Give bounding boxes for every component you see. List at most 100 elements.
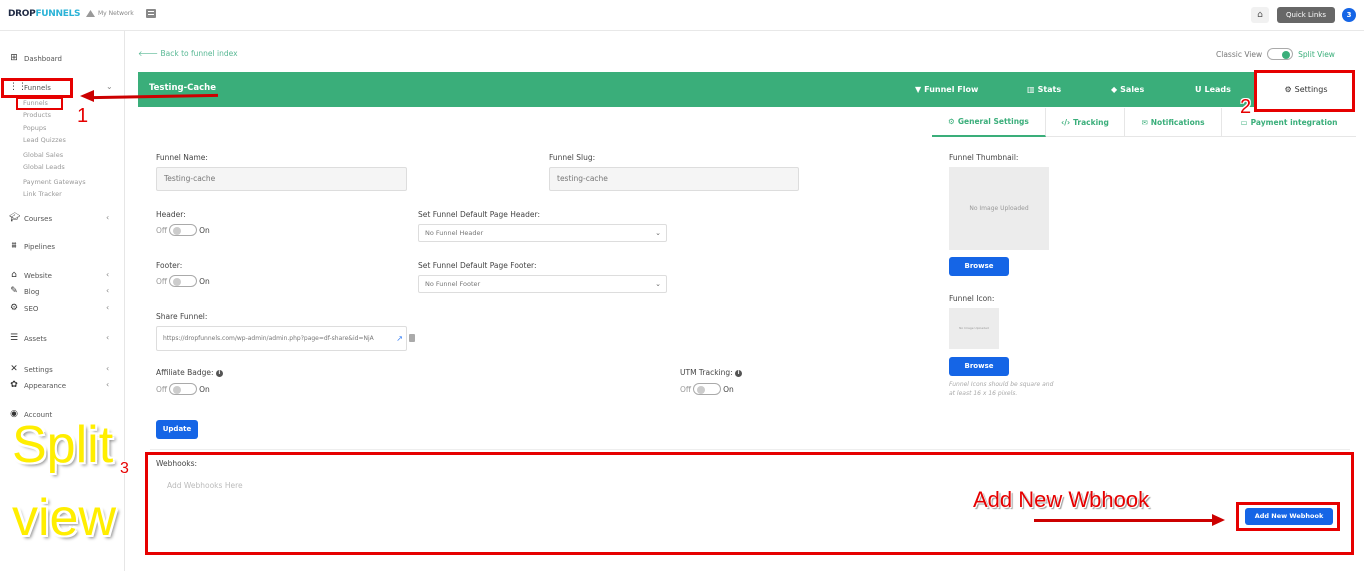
sidebar-sub-popups[interactable]: Popups (23, 124, 46, 132)
tab-funnel-flow[interactable]: ▼ Funnel Flow (915, 85, 978, 94)
annotation-box-funnels (1, 78, 73, 98)
chevron-left-icon[interactable]: ‹ (106, 364, 109, 373)
annotation-split-text: Split (12, 416, 114, 474)
tab-leads[interactable]: U Leads (1195, 85, 1231, 94)
footer-switch[interactable] (169, 275, 198, 287)
utm-switch[interactable] (693, 383, 722, 395)
affiliate-badge-label: Affiliate Badge: i (156, 368, 223, 377)
sidebar-item-settings[interactable]: ✕ Settings (9, 365, 53, 374)
divider (150, 449, 1350, 450)
dropfunnels-logo[interactable]: DROPFUNNELS (8, 9, 81, 19)
browse-icon-button[interactable]: Browse (949, 357, 1009, 376)
sidebar-item-website[interactable]: ⌂ Website (9, 271, 52, 280)
subtab-notifications[interactable]: ✉ Notifications (1125, 108, 1222, 137)
quick-links-button[interactable]: Quick Links (1277, 7, 1335, 23)
annotation-number-1: 1 (77, 105, 89, 127)
default-header-select[interactable]: No Funnel Header ⌄ (418, 224, 667, 242)
view-toggle[interactable]: Classic View Split View (1216, 48, 1335, 60)
sidebar-sub-global-sales[interactable]: Global Sales (23, 151, 63, 159)
annotation-number-2: 2 (1240, 96, 1252, 118)
courses-icon: 🎓︎ (9, 213, 21, 223)
tab-sales[interactable]: ◆ Sales (1111, 85, 1144, 94)
notification-badge[interactable]: 3 (1342, 8, 1356, 22)
chevron-left-icon[interactable]: ‹ (106, 333, 109, 342)
default-header-label: Set Funnel Default Page Header: (418, 210, 540, 219)
annotation-box-add-webhook (1236, 502, 1340, 531)
sidebar-sub-products[interactable]: Products (23, 111, 51, 119)
utm-tracking-toggle[interactable]: Off On (680, 383, 734, 395)
affiliate-badge-toggle[interactable]: Off On (156, 383, 210, 395)
chat-icon[interactable] (146, 9, 156, 18)
arrow-left-icon: 🡐︎ (138, 49, 161, 58)
default-footer-select[interactable]: No Funnel Footer ⌄ (418, 275, 667, 293)
bar-chart-icon: ▥ (1027, 85, 1035, 94)
chevron-down-icon: ⌄ (655, 229, 661, 237)
cogs-icon: ⚙ (948, 117, 955, 126)
annotation-number-3: 3 (120, 460, 129, 477)
funnel-header-bar (138, 72, 1356, 107)
info-icon[interactable]: i (735, 369, 743, 377)
external-link-icon[interactable]: ↗ (396, 327, 403, 350)
sidebar-item-seo[interactable]: ⚙ SEO (9, 304, 38, 313)
sidebar-item-pipelines[interactable]: ⩩ Pipelines (9, 242, 55, 251)
share-funnel-label: Share Funnel: (156, 312, 208, 321)
network-icon (86, 10, 95, 17)
website-icon: ⌂ (11, 270, 17, 280)
assets-icon: ☰ (9, 333, 19, 343)
browse-thumbnail-button[interactable]: Browse (949, 257, 1009, 276)
share-funnel-input[interactable]: https://dropfunnels.com/wp-admin/admin.p… (156, 326, 407, 351)
footer-toggle[interactable]: Off On (156, 275, 210, 287)
classic-view-label: Classic View (1216, 49, 1263, 59)
update-button[interactable]: Update (156, 420, 198, 439)
split-view-label: Split View (1298, 49, 1335, 59)
subtab-general-settings[interactable]: ⚙ General Settings (932, 108, 1046, 137)
credit-card-icon: ▭ (1240, 118, 1248, 127)
back-to-funnel-index-link[interactable]: 🡐︎ Back to funnel index (138, 49, 238, 58)
funnel-icon-label: Funnel Icon: (949, 294, 995, 303)
envelope-icon: ✉ (1141, 118, 1148, 127)
sidebar-sub-payment-gateways[interactable]: Payment Gateways (23, 178, 86, 186)
sidebar-sub-global-leads[interactable]: Global Leads (23, 163, 65, 171)
chevron-left-icon[interactable]: ‹ (106, 380, 109, 389)
top-bar: DROPFUNNELS My Network ⌂ Quick Links 3 (0, 0, 1364, 31)
tab-stats[interactable]: ▥ Stats (1027, 85, 1061, 94)
funnel-slug-label: Funnel Slug: (549, 153, 596, 162)
funnel-slug-input[interactable]: testing-cache (549, 167, 799, 191)
view-switch[interactable] (1267, 48, 1294, 60)
settings-subtabs: ⚙ General Settings ‹/› Tracking ✉ Notificat… (932, 108, 1356, 137)
header-toggle[interactable]: Off On (156, 224, 210, 236)
sidebar-item-courses[interactable]: 🎓︎ Courses (9, 214, 52, 223)
annotation-add-new-webhook-text: Add New Wbhook (973, 487, 1150, 512)
header-switch[interactable] (169, 224, 198, 236)
home-button[interactable]: ⌂ (1251, 7, 1269, 23)
my-network-link[interactable]: My Network (86, 10, 134, 17)
sidebar-item-appearance[interactable]: ✿ Appearance (9, 381, 66, 390)
footer-label: Footer: (156, 261, 183, 270)
utm-tracking-label: UTM Tracking: i (680, 368, 743, 377)
chevron-left-icon[interactable]: ‹ (106, 303, 109, 312)
annotation-arrow-webhook (1034, 519, 1214, 522)
sidebar-item-assets[interactable]: ☰ Assets (9, 334, 47, 343)
chevron-left-icon[interactable]: ‹ (106, 270, 109, 279)
funnel-thumbnail-label: Funnel Thumbnail: (949, 153, 1019, 162)
sidebar-item-blog[interactable]: ✎ Blog (9, 287, 39, 296)
chevron-left-icon[interactable]: ‹ (106, 213, 109, 222)
sidebar-item-dashboard[interactable]: ⊞ Dashboard (9, 54, 62, 63)
annotation-box-webhooks (145, 452, 1354, 555)
funnel-name-input[interactable]: Testing-cache (156, 167, 407, 191)
header-label: Header: (156, 210, 186, 219)
home-icon: ⌂ (1257, 10, 1263, 20)
annotation-arrowhead-1 (80, 90, 94, 102)
subtab-tracking[interactable]: ‹/› Tracking (1046, 108, 1125, 137)
pipelines-icon: ⩩ (11, 241, 17, 251)
sidebar-sub-lead-quizzes[interactable]: Lead Quizzes (23, 136, 66, 144)
chevron-down-icon[interactable]: ⌄ (106, 82, 113, 91)
icon-placeholder: No Image Uploaded (949, 308, 999, 349)
dashboard-icon: ⊞ (10, 53, 18, 63)
affiliate-switch[interactable] (169, 383, 198, 395)
info-icon[interactable]: i (215, 369, 223, 377)
copy-icon[interactable] (409, 334, 415, 342)
chevron-left-icon[interactable]: ‹ (106, 286, 109, 295)
chevron-down-icon: ⌄ (655, 280, 661, 288)
sidebar-sub-link-tracker[interactable]: Link Tracker (23, 190, 62, 198)
